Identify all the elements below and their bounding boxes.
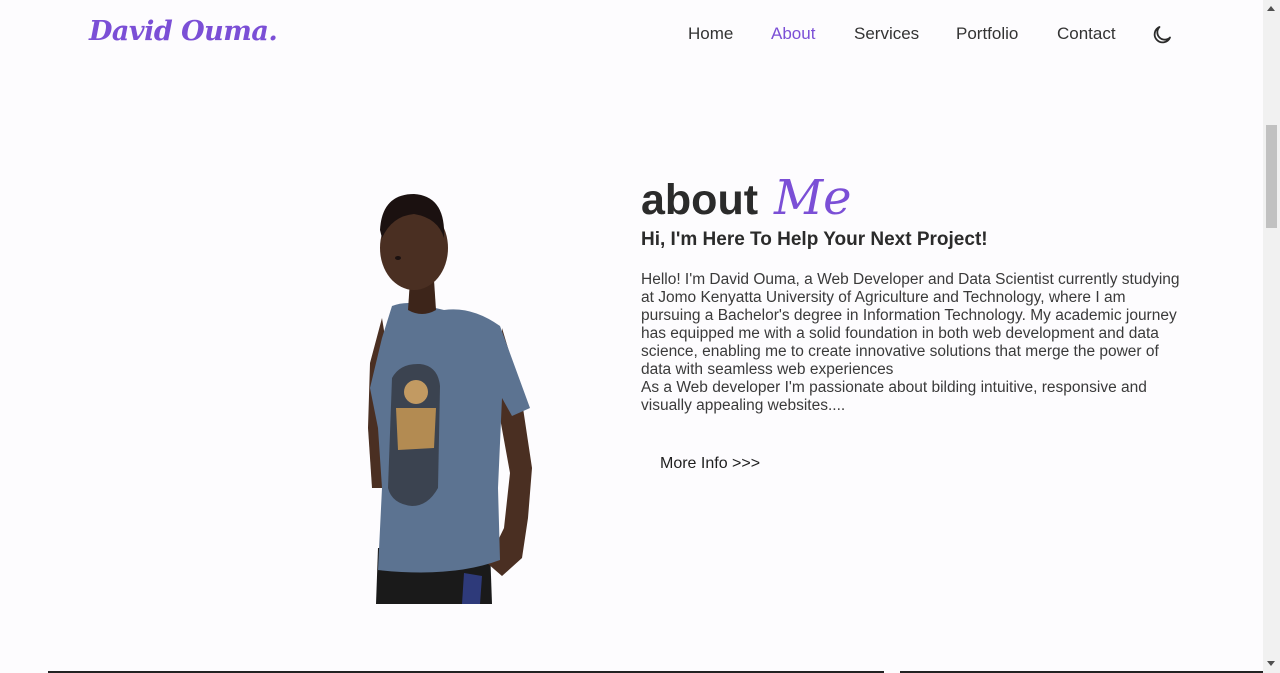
nav-portfolio[interactable]: Portfolio: [956, 24, 1018, 44]
nav-home[interactable]: Home: [688, 24, 733, 44]
about-bio: Hello! I'm David Ouma, a Web Developer a…: [641, 271, 1186, 415]
more-info-button[interactable]: More Info >>>: [642, 447, 778, 481]
about-subtitle: Hi, I'm Here To Help Your Next Project!: [641, 229, 988, 250]
scroll-down-arrow-icon[interactable]: [1267, 661, 1275, 666]
nav-contact[interactable]: Contact: [1057, 24, 1116, 44]
site-logo[interactable]: David Ouma.: [89, 16, 278, 47]
scroll-thumb[interactable]: [1266, 125, 1277, 228]
moon-icon: [1153, 26, 1171, 44]
bio-paragraph: As a Web developer I'm passionate about …: [641, 379, 1147, 414]
about-title-main: about: [641, 176, 759, 224]
bio-paragraph: Hello! I'm David Ouma, a Web Developer a…: [641, 271, 1180, 378]
page-scrollbar[interactable]: [1263, 0, 1280, 673]
theme-toggle-button[interactable]: [1150, 23, 1174, 47]
nav-about[interactable]: About: [771, 24, 815, 44]
about-title-accent: Me: [774, 170, 852, 226]
profile-photo: [368, 194, 532, 604]
nav-services[interactable]: Services: [854, 24, 919, 44]
scroll-up-arrow-icon[interactable]: [1267, 6, 1275, 11]
page: David Ouma. Home About Services Portfoli…: [0, 0, 1263, 673]
site-header: David Ouma. Home About Services Portfoli…: [0, 0, 1263, 72]
about-title: about Me: [641, 170, 852, 228]
